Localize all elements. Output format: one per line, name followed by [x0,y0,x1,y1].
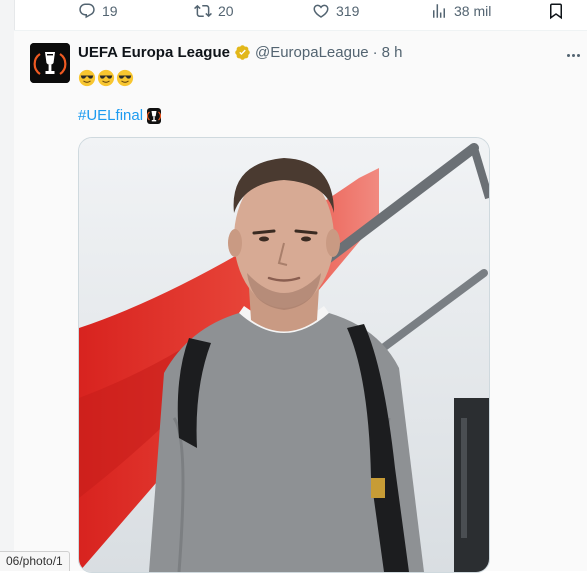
hashtag-line: #UELfinal [78,107,162,124]
tweet-card[interactable]: UEFA Europa League @EuropaLeague · 8 h #… [14,31,587,573]
more-dot [576,53,580,57]
reply-button[interactable]: 19 [78,0,118,22]
avatar[interactable] [30,43,70,83]
more-options-button[interactable] [563,45,583,65]
like-button[interactable]: 319 [312,0,359,22]
photo-image [79,138,489,572]
previous-tweet-action-bar: 19 20 319 38 mil [14,0,587,31]
left-frame-edge [0,0,15,571]
more-dot [566,53,570,57]
bookmark-button[interactable] [547,0,565,22]
like-count: 319 [336,3,360,19]
sunglasses-emoji-icon [78,69,96,87]
views-button[interactable]: 38 mil [430,0,491,22]
reply-icon [79,3,95,19]
tweet-header: UEFA Europa League @EuropaLeague · 8 h [78,44,403,61]
hashtag-link[interactable]: #UELfinal [78,107,143,124]
sunglasses-emoji-icon [116,69,134,87]
more-dot [571,53,575,57]
tweet-time[interactable]: 8 h [382,44,403,61]
view-count: 38 mil [454,3,492,19]
repost-count: 20 [218,3,234,19]
tweet-text-emojis [78,69,134,87]
sunglasses-emoji-icon [97,69,115,87]
heart-icon [313,4,329,18]
views-chart-icon [433,4,445,18]
europa-league-logo-icon [30,43,70,83]
bookmark-icon [550,3,562,20]
author-name[interactable]: UEFA Europa League [78,44,230,61]
reply-count: 19 [102,3,118,19]
author-handle[interactable]: @EuropaLeague [255,44,369,61]
separator-dot: · [372,44,378,61]
repost-icon [194,4,212,18]
trophy-icon [147,107,162,124]
verified-gold-badge-icon [235,45,250,60]
repost-button[interactable]: 20 [194,0,234,22]
status-bar-url: 06/photo/1 [0,551,70,571]
tweet-photo[interactable] [78,137,490,573]
